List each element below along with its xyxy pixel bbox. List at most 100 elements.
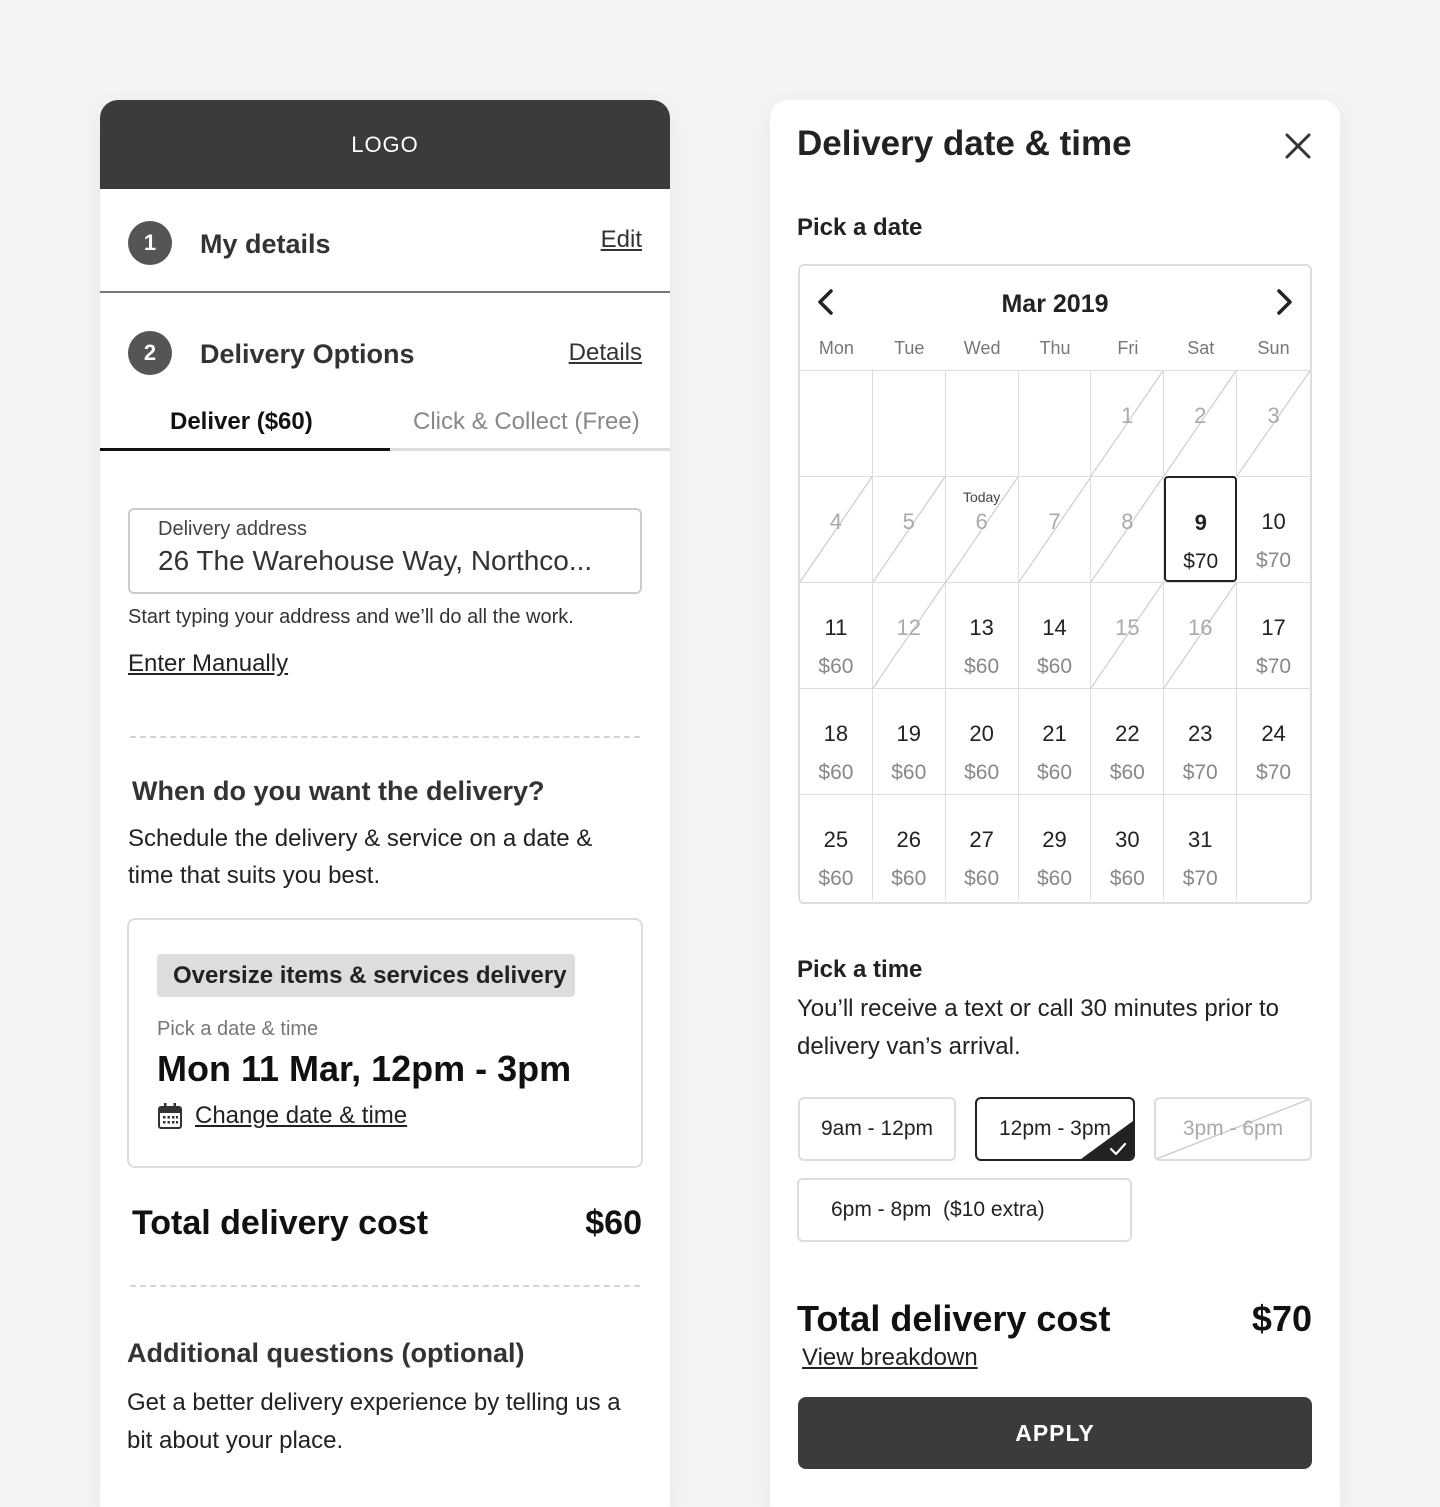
tab-deliver[interactable]: Deliver ($60) [170,408,313,436]
calendar: Mar 2019 Mon Tue Wed Thu Fri Sat Sun 123… [798,264,1312,904]
calendar-day: Today 6 [945,476,1019,582]
logo: LOGO [100,100,670,189]
calendar-day: 12 [872,582,946,688]
day-price: $70 [1256,761,1292,784]
calendar-day: 8 [1091,476,1165,582]
day-number: 2 [1194,403,1207,428]
step-title: My details [200,229,331,259]
day-price: $70 [1256,549,1292,572]
calendar-day[interactable]: 13 $60 [945,582,1019,688]
pick-date-heading: Pick a date [797,214,923,241]
calendar-day[interactable]: 23 $70 [1164,688,1238,794]
day-number: 12 [896,615,922,640]
day-number: 5 [902,509,915,534]
calendar-header: Mar 2019 [800,266,1310,338]
weekday-label: Wed [963,338,1001,358]
calendar-day[interactable]: 25 $60 [800,794,873,900]
day-number: 26 [896,827,922,852]
change-date-time[interactable]: Change date & time [157,1102,407,1130]
step-delivery-options: 2 Delivery Options Details [100,293,670,397]
day-number: 31 [1187,827,1213,852]
calendar-day[interactable]: 30 $60 [1091,794,1165,900]
day-number: 3 [1267,403,1280,428]
calendar-day: 3 [1237,370,1310,476]
time-slot-6pm-8pm[interactable]: 6pm - 8pm ($10 extra) [797,1178,1132,1242]
calendar-day[interactable]: 20 $60 [945,688,1019,794]
calendar-day[interactable]: 24 $70 [1237,688,1310,794]
edit-link[interactable]: Edit [601,226,642,254]
day-price: $60 [1109,761,1145,784]
day-price: $60 [1109,867,1145,890]
calendar-day[interactable]: 18 $60 [800,688,873,794]
pick-time-heading: Pick a time [797,956,923,983]
delivery-tabs: Deliver ($60) Click & Collect (Free) [100,398,670,451]
calendar-day[interactable]: 11 $60 [800,582,873,688]
day-number: 13 [969,615,994,640]
day-number: 18 [823,721,849,746]
day-number: 10 [1261,509,1286,534]
address-input[interactable]: 26 The Warehouse Way, Northco... [158,545,612,577]
calendar-month: Mar 2019 [1001,290,1109,318]
calendar-empty-cell [872,370,946,476]
address-hint: Start typing your address and we’ll do a… [128,606,574,628]
calendar-day[interactable]: 9 $70 [1164,476,1238,582]
calendar-empty-cell [1237,794,1310,900]
day-price: $60 [964,655,1000,678]
calendar-empty-cell [945,370,1019,476]
day-number: 4 [829,509,843,534]
day-price: $60 [818,761,854,784]
calendar-icon [158,1103,182,1129]
day-price: $60 [1036,655,1073,678]
weekday-label: Thu [1039,338,1071,358]
day-price: $70 [1182,867,1218,890]
day-number: 29 [1042,827,1067,852]
details-link[interactable]: Details [569,339,642,367]
pick-date-time-label: Pick a date & time [157,1018,319,1040]
day-number: 23 [1187,721,1213,746]
day-price: $70 [1182,761,1218,784]
day-number: 27 [969,827,994,852]
enter-manually-link[interactable]: Enter Manually [128,650,288,678]
calendar-day[interactable]: 10 $70 [1237,476,1310,582]
total-value: $60 [585,1204,642,1242]
day-price: $70 [1256,655,1292,678]
time-slot-12pm-3pm[interactable]: 12pm - 3pm [975,1097,1135,1161]
day-number: 1 [1121,403,1134,428]
day-number: 15 [1115,615,1140,640]
calendar-day[interactable]: 19 $60 [872,688,946,794]
weekday-label: Sun [1257,338,1290,358]
tab-click-collect[interactable]: Click & Collect (Free) [413,408,640,436]
day-number: 21 [1042,721,1067,746]
calendar-day[interactable]: 14 $60 [1018,582,1092,688]
total-label: Total delivery cost [797,1298,1111,1339]
calendar-day[interactable]: 21 $60 [1018,688,1092,794]
step-title: Delivery Options [200,339,415,369]
calendar-day[interactable]: 17 $70 [1237,582,1310,688]
day-price: $70 [1183,550,1219,573]
close-icon[interactable] [1282,130,1314,162]
calendar-day[interactable]: 26 $60 [872,794,946,900]
calendar-day: 2 [1164,370,1238,476]
day-number: 19 [896,721,922,746]
active-tab-indicator [100,448,390,451]
calendar-day[interactable]: 31 $70 [1164,794,1238,900]
calendar-day[interactable]: 22 $60 [1091,688,1165,794]
calendar-day[interactable]: 29 $60 [1018,794,1092,900]
calendar-day[interactable]: 27 $60 [945,794,1019,900]
step-number: 1 [128,221,172,265]
apply-button[interactable]: APPLY [798,1397,1312,1469]
time-slot-label: 3pm - 6pm [1182,1117,1284,1140]
address-label: Delivery address [158,518,307,540]
chevron-right-icon[interactable] [1272,288,1296,316]
modal-title: Delivery date & time [797,124,1132,163]
delivery-address-field[interactable]: Delivery address 26 The Warehouse Way, N… [128,508,642,594]
delivery-date-time-modal: Delivery date & time Pick a date Mar 201… [770,100,1340,1507]
time-slot-9am-12pm[interactable]: 9am - 12pm [798,1097,956,1161]
weekday-label: Tue [894,338,925,358]
check-icon [1081,1121,1133,1159]
view-breakdown-link[interactable]: View breakdown [802,1344,978,1372]
total-label: Total delivery cost [132,1204,429,1242]
delivery-type-badge: Oversize items & services delivery [157,954,575,997]
divider [130,736,640,738]
change-date-time-link[interactable]: Change date & time [195,1102,407,1130]
